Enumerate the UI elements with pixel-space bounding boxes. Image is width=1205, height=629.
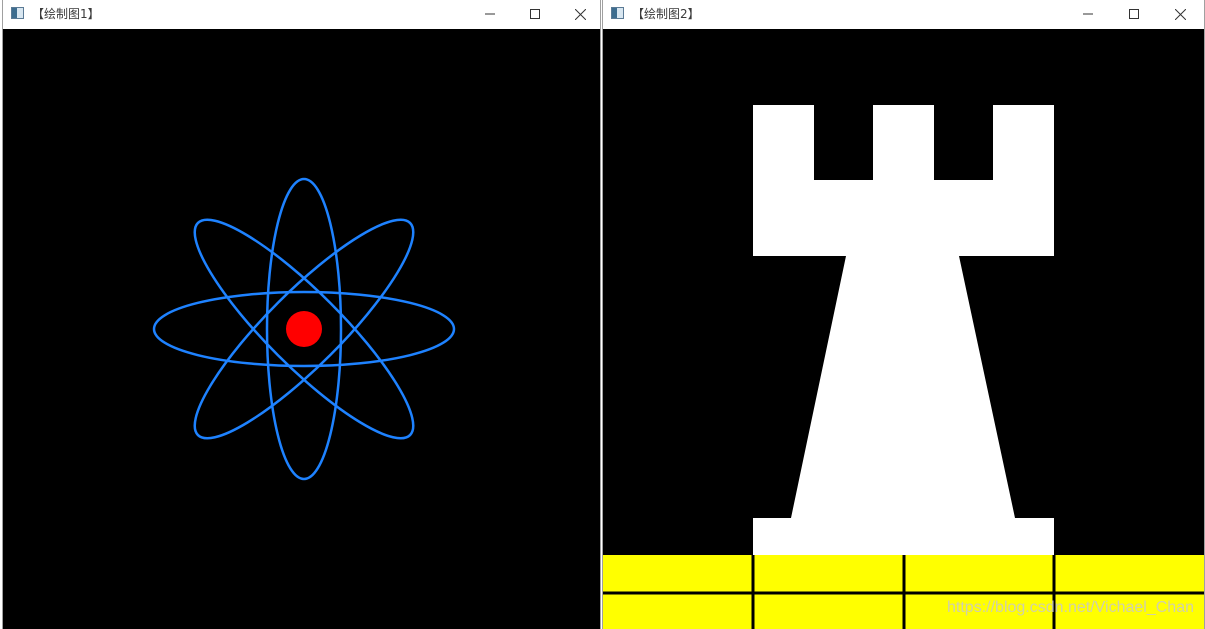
- title-bar[interactable]: 【绘制图2】: [603, 0, 1204, 28]
- close-icon: [574, 8, 586, 20]
- maximize-icon: [530, 9, 540, 19]
- drawing-window-1: 【绘制图1】: [2, 0, 601, 629]
- close-icon: [1174, 8, 1186, 20]
- app-window-icon: [11, 7, 24, 19]
- minimize-button[interactable]: [467, 0, 513, 28]
- rook-polygon: [753, 105, 1054, 555]
- title-bar[interactable]: 【绘制图1】: [3, 0, 600, 28]
- watermark-text: https://blog.csdn.net/Vichael_Chan: [947, 599, 1194, 616]
- app-window-icon: [611, 7, 624, 19]
- drawing-canvas-2: https://blog.csdn.net/Vichael_Chan: [603, 29, 1204, 629]
- close-button[interactable]: [1157, 0, 1203, 28]
- rook-drawing: [603, 105, 1204, 629]
- window-title: 【绘制图2】: [632, 7, 700, 21]
- maximize-icon: [1129, 9, 1139, 19]
- minimize-icon: [1083, 13, 1093, 15]
- atom-drawing: [152, 177, 456, 481]
- drawing-canvas-1: [3, 29, 600, 629]
- maximize-button[interactable]: [1111, 0, 1157, 28]
- maximize-button[interactable]: [512, 0, 558, 28]
- window-title: 【绘制图1】: [32, 7, 100, 21]
- minimize-button[interactable]: [1065, 0, 1111, 28]
- drawing-window-2: 【绘制图2】 https://blog.csdn.net/Vichael_Cha…: [602, 0, 1205, 629]
- close-button[interactable]: [557, 0, 603, 28]
- nucleus-circle: [286, 311, 322, 347]
- minimize-icon: [485, 13, 495, 15]
